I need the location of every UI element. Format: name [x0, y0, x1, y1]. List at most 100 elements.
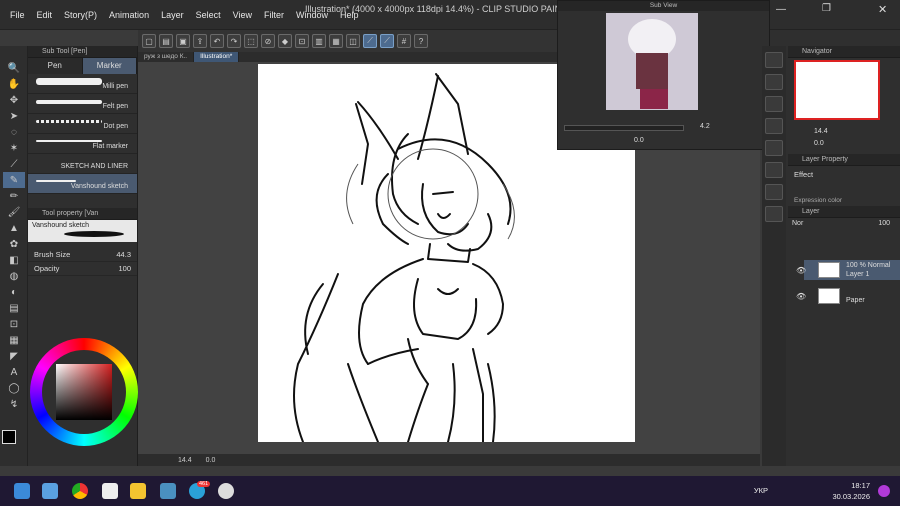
eraser-icon[interactable]: ◧: [3, 252, 25, 268]
menu-file[interactable]: File: [4, 0, 31, 30]
doc-tab-1[interactable]: руж з шедо К..: [138, 52, 195, 62]
transform-icon[interactable]: ⊡: [295, 34, 309, 48]
hand-tool-icon[interactable]: ✋: [3, 76, 25, 92]
menu-animation[interactable]: Animation: [103, 0, 155, 30]
language-indicator[interactable]: УКР: [754, 486, 768, 495]
zoom-tool-icon[interactable]: 🔍: [3, 60, 25, 76]
brush-size-row[interactable]: Brush Size 44.3: [28, 248, 137, 262]
start-icon[interactable]: [14, 483, 30, 499]
subview-zoom-slider[interactable]: [564, 125, 684, 131]
navigator-zoom[interactable]: 14.4: [814, 128, 828, 135]
photos-icon[interactable]: [160, 483, 176, 499]
balloon-tool-icon[interactable]: ◯: [3, 380, 25, 396]
ruler-tool-icon[interactable]: ◤: [3, 348, 25, 364]
saturation-square[interactable]: [56, 364, 112, 420]
gradient-tool-icon[interactable]: ▤: [3, 300, 25, 316]
figure-tool-icon[interactable]: ⊡: [3, 316, 25, 332]
auto-actions-icon[interactable]: [765, 184, 783, 200]
grid-icon[interactable]: #: [397, 34, 411, 48]
clock[interactable]: 18:17 30.03.2026: [832, 480, 870, 502]
fill-tool-icon[interactable]: ◐: [3, 284, 25, 300]
navigator-angle[interactable]: 0.0: [814, 140, 824, 147]
brush-sketch-liner[interactable]: SKETCH AND LINER: [28, 154, 137, 174]
decoration-tool-icon[interactable]: ✿: [3, 236, 25, 252]
tab-pen[interactable]: Pen: [28, 58, 83, 74]
menu-story[interactable]: Story(P): [58, 0, 103, 30]
fill-icon[interactable]: ◆: [278, 34, 292, 48]
magic-wand-icon[interactable]: ✶: [3, 140, 25, 156]
clip-studio-icon[interactable]: [218, 483, 234, 499]
redo-icon[interactable]: ↷: [227, 34, 241, 48]
maximize-icon[interactable]: ❐: [822, 3, 831, 14]
desktop-icon[interactable]: [42, 483, 58, 499]
clear-outside-icon[interactable]: ▦: [329, 34, 343, 48]
brush-tool-icon[interactable]: 🖌: [3, 204, 25, 220]
snap-ruler-icon[interactable]: ⟋: [363, 34, 377, 48]
move-tool-icon[interactable]: ✥: [3, 92, 25, 108]
material-palette-icon[interactable]: [765, 96, 783, 112]
status-zoom[interactable]: 14.4: [178, 457, 192, 464]
blend-tool-icon[interactable]: ◍: [3, 268, 25, 284]
folder-icon[interactable]: [130, 483, 146, 499]
eye-icon[interactable]: 👁: [796, 266, 806, 275]
deselect-icon[interactable]: ⊘: [261, 34, 275, 48]
eyedropper-icon[interactable]: ⟋: [3, 156, 25, 172]
subtool-header: Sub Tool [Pen]: [28, 46, 137, 58]
pen-tool-icon[interactable]: ✎: [3, 172, 25, 188]
chrome-icon[interactable]: [72, 483, 88, 499]
export-icon[interactable]: ⇪: [193, 34, 207, 48]
new-icon[interactable]: ▢: [142, 34, 156, 48]
brush-felt-pen[interactable]: Felt pen: [28, 94, 137, 114]
frame-tool-icon[interactable]: ▦: [3, 332, 25, 348]
menu-layer[interactable]: Layer: [155, 0, 190, 30]
document-icon[interactable]: [102, 483, 118, 499]
doc-tab-illustration[interactable]: Illustration*: [194, 52, 240, 62]
navigator-thumbnail[interactable]: [794, 60, 880, 120]
layer-opacity[interactable]: 100: [878, 220, 896, 227]
correct-line-icon[interactable]: ↯: [3, 396, 25, 412]
brush-flat-marker[interactable]: Flat marker: [28, 134, 137, 154]
brush-milli-pen[interactable]: Milli pen: [28, 74, 137, 94]
status-angle[interactable]: 0.0: [206, 457, 216, 464]
opacity-row[interactable]: Opacity 100: [28, 262, 137, 276]
clear-icon[interactable]: ▥: [312, 34, 326, 48]
layer-search-icon[interactable]: [765, 162, 783, 178]
airbrush-icon[interactable]: ▲: [3, 220, 25, 236]
subview-title: Sub View: [558, 1, 769, 11]
history-palette-icon[interactable]: [765, 118, 783, 134]
menu-edit[interactable]: Edit: [31, 0, 59, 30]
notification-icon[interactable]: [878, 485, 890, 497]
minimize-icon[interactable]: —: [776, 4, 786, 15]
snap-special-icon[interactable]: ⟋: [380, 34, 394, 48]
pencil-tool-icon[interactable]: ✏: [3, 188, 25, 204]
lasso-tool-icon[interactable]: ◌: [3, 124, 25, 140]
open-icon[interactable]: ▤: [159, 34, 173, 48]
help-icon[interactable]: ?: [414, 34, 428, 48]
brush-vanshound-sketch[interactable]: Vanshound sketch: [28, 174, 137, 194]
brush-dot-pen[interactable]: Dot pen: [28, 114, 137, 134]
menu-select[interactable]: Select: [190, 0, 227, 30]
navigator-palette-icon[interactable]: [765, 52, 783, 68]
layer-row-layer1[interactable]: 👁 100 % Normal Layer 1: [796, 260, 900, 280]
tab-marker[interactable]: Marker: [82, 58, 137, 74]
main-color-swatch[interactable]: [2, 430, 16, 444]
crop-icon[interactable]: ◫: [346, 34, 360, 48]
undo-icon[interactable]: ↶: [210, 34, 224, 48]
layer-row-paper[interactable]: 👁 Paper: [796, 286, 900, 306]
windows-taskbar: 461 УКР 18:17 30.03.2026: [0, 476, 900, 506]
layer-panel: Layer Property Effect Expression color L…: [788, 154, 900, 466]
blend-mode-select[interactable]: Nor: [792, 220, 803, 227]
menu-view[interactable]: View: [227, 0, 258, 30]
item-bank-icon[interactable]: [765, 206, 783, 222]
text-tool-icon[interactable]: A: [3, 364, 25, 380]
save-icon[interactable]: ▣: [176, 34, 190, 48]
select-all-icon[interactable]: ⬚: [244, 34, 258, 48]
color-set-icon[interactable]: [765, 140, 783, 156]
close-icon[interactable]: ✕: [878, 3, 887, 16]
color-wheel[interactable]: [30, 338, 138, 446]
eye-icon[interactable]: 👁: [796, 292, 806, 301]
subview-palette-icon[interactable]: [765, 74, 783, 90]
menu-filter[interactable]: Filter: [258, 0, 290, 30]
operation-tool-icon[interactable]: ➤: [3, 108, 25, 124]
subtool-actions: [28, 194, 137, 208]
